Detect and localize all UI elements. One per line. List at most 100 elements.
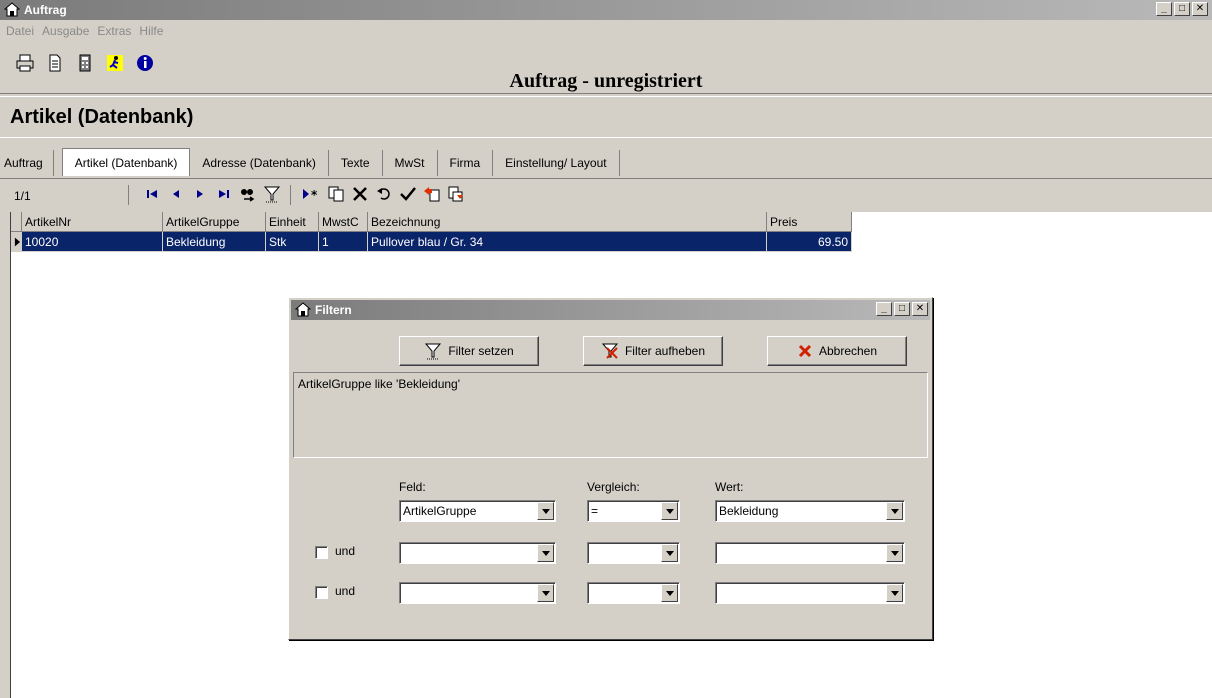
col-header-artikelgruppe[interactable]: ArtikelGruppe <box>163 212 266 232</box>
row-indicator-header <box>11 212 22 232</box>
and-checkbox-3[interactable] <box>315 586 328 599</box>
menu-extras[interactable]: Extras <box>97 24 131 38</box>
house-icon <box>4 2 20 17</box>
minimize-icon: _ <box>881 303 887 314</box>
table-row[interactable]: 10020 Bekleidung Stk 1 Pullover blau / G… <box>11 232 1212 252</box>
cell-bezeichnung[interactable]: Pullover blau / Gr. 34 <box>368 232 767 252</box>
compare-select-1-value: = <box>591 504 599 518</box>
chevron-down-icon[interactable] <box>537 544 554 562</box>
col-header-einheit[interactable]: Einheit <box>266 212 319 232</box>
field-label: Feld: <box>399 480 426 494</box>
tab-artikel[interactable]: Artikel (Datenbank) <box>61 148 191 176</box>
import-icon[interactable] <box>422 184 442 204</box>
copy-record-icon[interactable] <box>326 184 346 204</box>
cell-artikelnr[interactable]: 10020 <box>22 232 163 252</box>
svg-text:*: * <box>311 188 318 201</box>
filter-icon <box>425 343 442 360</box>
minimize-button[interactable]: _ <box>1156 2 1172 16</box>
menu-ausgabe[interactable]: Ausgabe <box>42 24 89 38</box>
compare-select-1[interactable]: = <box>587 500 680 522</box>
confirm-check-icon[interactable] <box>398 184 418 204</box>
maximize-button[interactable]: □ <box>1174 2 1190 16</box>
cancel-button[interactable]: Abbrechen <box>767 336 907 366</box>
tab-mwst[interactable]: MwSt <box>383 150 438 176</box>
tab-texte[interactable]: Texte <box>329 150 383 176</box>
and-label-2: und <box>335 544 356 558</box>
prev-record-icon[interactable] <box>166 184 186 204</box>
filter-set-button[interactable]: Filter setzen <box>399 336 539 366</box>
tab-bar: Auftrag Artikel (Datenbank) Adresse (Dat… <box>0 140 1212 176</box>
cancel-label: Abbrechen <box>818 344 878 358</box>
compare-label: Vergleich: <box>587 480 640 494</box>
first-record-icon[interactable] <box>142 184 162 204</box>
filter-remove-label: Filter aufheben <box>624 344 706 358</box>
maximize-icon: □ <box>898 303 906 314</box>
separator <box>128 185 129 205</box>
col-header-bezeichnung[interactable]: Bezeichnung <box>368 212 767 232</box>
close-icon: ✕ <box>1195 3 1205 14</box>
tab-firma[interactable]: Firma <box>438 150 494 176</box>
dialog-minimize-button[interactable]: _ <box>876 302 892 316</box>
search-binoculars-icon[interactable] <box>238 184 258 204</box>
undo-icon[interactable] <box>374 184 394 204</box>
filter-set-label: Filter setzen <box>448 344 514 358</box>
filter-dialog: Filtern _ □ ✕ Filter setzen Filter aufhe… <box>288 297 933 640</box>
house-icon <box>295 302 311 317</box>
last-record-icon[interactable] <box>214 184 234 204</box>
cancel-x-icon <box>798 344 812 358</box>
tab-adresse[interactable]: Adresse (Datenbank) <box>190 150 329 176</box>
and-checkbox-2[interactable] <box>315 546 328 559</box>
col-header-mwstc[interactable]: MwstC <box>319 212 368 232</box>
next-record-icon[interactable] <box>190 184 210 204</box>
filter-expression-box[interactable]: ArtikelGruppe like 'Bekleidung' <box>293 372 928 458</box>
cell-artikelgruppe[interactable]: Bekleidung <box>163 232 266 252</box>
filter-icon[interactable] <box>262 184 282 204</box>
field-select-2[interactable] <box>399 542 556 564</box>
chevron-down-icon[interactable] <box>661 544 678 562</box>
dialog-close-button[interactable]: ✕ <box>912 302 928 316</box>
tab-auftrag[interactable]: Auftrag <box>4 150 54 176</box>
chevron-down-icon[interactable] <box>537 502 554 520</box>
value-select-3[interactable] <box>715 582 905 604</box>
dialog-titlebar: Filtern _ □ ✕ <box>291 300 930 320</box>
value-select-1-value: Bekleidung <box>719 504 779 518</box>
chevron-down-icon[interactable] <box>661 584 678 602</box>
menu-datei[interactable]: Datei <box>6 24 34 38</box>
dialog-title: Filtern <box>315 303 352 317</box>
compare-select-3[interactable] <box>587 582 680 604</box>
chevron-down-icon[interactable] <box>886 502 903 520</box>
menubar: Datei Ausgabe Extras Hilfe <box>0 20 1212 42</box>
chevron-down-icon[interactable] <box>661 502 678 520</box>
compare-select-2[interactable] <box>587 542 680 564</box>
maximize-icon: □ <box>1178 3 1186 14</box>
chevron-down-icon[interactable] <box>886 584 903 602</box>
section-title: Artikel (Datenbank) <box>0 96 1212 138</box>
dialog-window-controls: _ □ ✕ <box>876 302 928 316</box>
window-titlebar: Auftrag _ □ ✕ <box>0 0 1212 20</box>
tab-einstellung[interactable]: Einstellung/ Layout <box>493 150 620 176</box>
menu-hilfe[interactable]: Hilfe <box>139 24 163 38</box>
grid-header: ArtikelNr ArtikelGruppe Einheit MwstC Be… <box>11 212 1212 232</box>
field-select-1[interactable]: ArtikelGruppe <box>399 500 556 522</box>
export-icon[interactable] <box>446 184 466 204</box>
insert-record-icon[interactable]: * <box>302 184 322 204</box>
window-controls: _ □ ✕ <box>1156 2 1208 16</box>
filter-remove-button[interactable]: Filter aufheben <box>583 336 723 366</box>
chevron-down-icon[interactable] <box>886 544 903 562</box>
value-select-2[interactable] <box>715 542 905 564</box>
col-header-preis[interactable]: Preis <box>767 212 852 232</box>
and-label-3: und <box>335 584 356 598</box>
filter-remove-icon <box>601 343 619 359</box>
col-header-artikelnr[interactable]: ArtikelNr <box>22 212 163 232</box>
field-select-3[interactable] <box>399 582 556 604</box>
chevron-down-icon[interactable] <box>537 584 554 602</box>
close-button[interactable]: ✕ <box>1192 2 1208 16</box>
app-heading: Auftrag - unregistriert <box>509 70 703 92</box>
separator <box>290 185 291 205</box>
cell-preis[interactable]: 69.50 <box>767 232 852 252</box>
delete-record-icon[interactable] <box>350 184 370 204</box>
value-select-1[interactable]: Bekleidung <box>715 500 905 522</box>
cell-einheit[interactable]: Stk <box>266 232 319 252</box>
dialog-maximize-button[interactable]: □ <box>894 302 910 316</box>
cell-mwstc[interactable]: 1 <box>319 232 368 252</box>
